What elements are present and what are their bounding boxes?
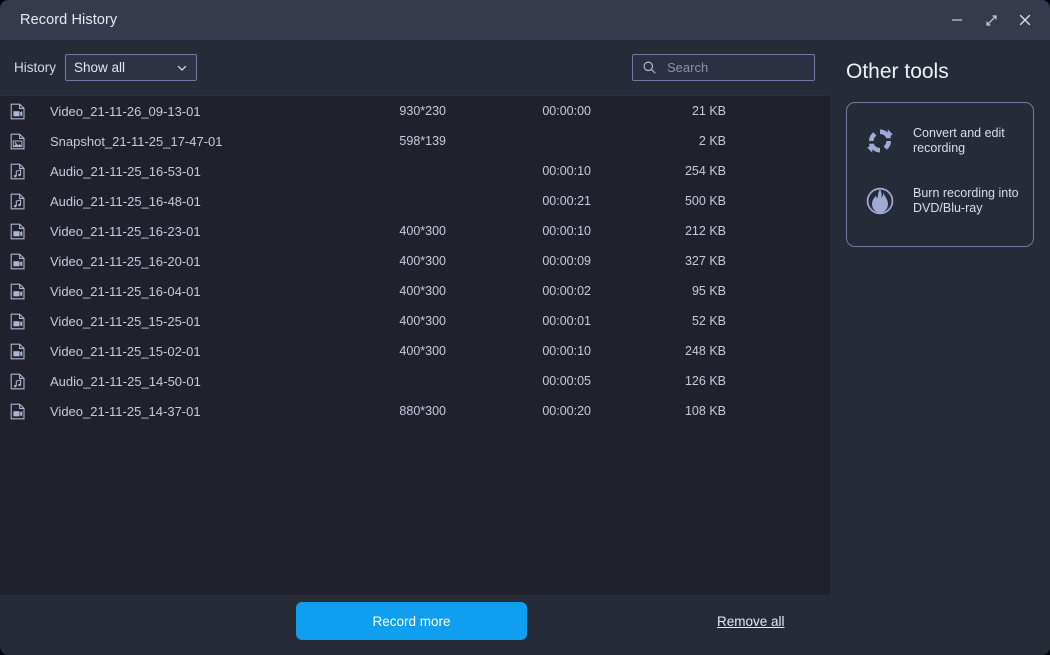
duration-cell: 00:00:09 (542, 254, 591, 268)
video-file-icon (0, 283, 36, 300)
record-history-window: Record History History Show all Search V… (0, 0, 1050, 655)
recording-list[interactable]: Video_21-11-26_09-13-01 930*230 00:00:00 21… (0, 95, 830, 595)
other-tools-title: Other tools (846, 60, 949, 83)
file-name-cell: Snapshot_21-11-25_17-47-01 (50, 133, 223, 149)
chevron-down-icon (176, 62, 188, 74)
table-row[interactable]: Video_21-11-25_15-02-01 400*300 00:00:10 24… (0, 336, 830, 366)
video-file-icon (0, 253, 36, 270)
search-box[interactable] (632, 54, 815, 81)
table-row[interactable]: Audio_21-11-25_16-48-01 00:00:21 500 KB (0, 186, 830, 216)
resolution-cell: 880*300 (399, 404, 446, 418)
file-size-cell: 95 KB (691, 284, 726, 298)
history-filter-select[interactable]: Show all (65, 54, 198, 81)
file-name-cell: Audio_21-11-25_14-50-01 (50, 373, 201, 389)
duration-cell: 00:00:05 (542, 374, 591, 388)
table-row[interactable]: Video_21-11-25_16-04-01 400*300 00:00:02 95… (0, 276, 830, 306)
resolution-cell: 400*300 (399, 284, 446, 298)
burn-disc-label: Burn recording into DVD/Blu-ray (913, 186, 1019, 215)
convert-icon (863, 124, 901, 158)
record-more-button[interactable]: Record more (296, 602, 527, 640)
video-file-icon (0, 223, 36, 240)
title-bar: Record History (0, 0, 1050, 40)
duration-cell: 00:00:10 (542, 164, 591, 178)
file-size-cell: 126 KB (684, 374, 726, 388)
table-row[interactable]: Video_21-11-25_15-25-01 400*300 00:00:01 52… (0, 306, 830, 336)
file-size-cell: 254 KB (684, 164, 726, 178)
window-controls (940, 0, 1042, 40)
window-title: Record History (20, 12, 118, 28)
file-size-cell: 21 KB (691, 104, 726, 118)
audio-file-icon (0, 373, 36, 390)
search-icon (642, 60, 657, 75)
footer-bar: Record more Remove all (0, 595, 830, 655)
duration-cell: 00:00:10 (542, 224, 591, 238)
search-input[interactable] (667, 60, 797, 75)
burn-disc-icon (863, 184, 901, 218)
file-size-cell: 52 KB (691, 314, 726, 328)
table-row[interactable]: Video_21-11-25_14-37-01 880*300 00:00:20 10… (0, 396, 830, 426)
video-file-icon (0, 313, 36, 330)
file-name-cell: Audio_21-11-25_16-53-01 (50, 163, 201, 179)
file-name-cell: Video_21-11-25_15-25-01 (50, 313, 201, 329)
video-file-icon (0, 103, 36, 120)
remove-all-link[interactable]: Remove all (717, 614, 785, 629)
duration-cell: 00:00:10 (542, 344, 591, 358)
table-row[interactable]: Video_21-11-25_16-23-01 400*300 00:00:10 21… (0, 216, 830, 246)
audio-file-icon (0, 163, 36, 180)
toolbar: History Show all (0, 40, 830, 95)
resolution-cell: 598*139 (399, 134, 446, 148)
resolution-cell: 930*230 (399, 104, 446, 118)
table-row[interactable]: Snapshot_21-11-25_17-47-01 598*139 2 KB (0, 126, 830, 156)
file-size-cell: 2 KB (698, 134, 726, 148)
table-row[interactable]: Audio_21-11-25_16-53-01 00:00:10 254 KB (0, 156, 830, 186)
burn-disc-tool[interactable]: Burn recording into DVD/Blu-ray (847, 171, 1033, 231)
file-name-cell: Audio_21-11-25_16-48-01 (50, 193, 201, 209)
minimize-icon (952, 19, 962, 21)
resolution-cell: 400*300 (399, 344, 446, 358)
resolution-cell: 400*300 (399, 224, 446, 238)
other-tools-card: Convert and edit recording Burn recordin… (846, 102, 1034, 247)
table-row[interactable]: Audio_21-11-25_14-50-01 00:00:05 126 KB (0, 366, 830, 396)
file-name-cell: Video_21-11-26_09-13-01 (50, 103, 201, 119)
maximize-icon (985, 14, 997, 26)
duration-cell: 00:00:02 (542, 284, 591, 298)
image-file-icon (0, 133, 36, 150)
duration-cell: 00:00:20 (542, 404, 591, 418)
convert-and-edit-label: Convert and edit recording (913, 126, 1005, 155)
audio-file-icon (0, 193, 36, 210)
file-name-cell: Video_21-11-25_15-02-01 (50, 343, 201, 359)
other-tools-panel: Other tools Convert and edit recording B… (830, 40, 1050, 655)
duration-cell: 00:00:21 (542, 194, 591, 208)
maximize-button[interactable] (974, 3, 1008, 37)
file-size-cell: 327 KB (684, 254, 726, 268)
close-button[interactable] (1008, 3, 1042, 37)
resolution-cell: 400*300 (399, 254, 446, 268)
close-icon (1019, 14, 1031, 26)
convert-and-edit-tool[interactable]: Convert and edit recording (847, 111, 1033, 171)
file-name-cell: Video_21-11-25_16-04-01 (50, 283, 201, 299)
table-row[interactable]: Video_21-11-26_09-13-01 930*230 00:00:00 21… (0, 96, 830, 126)
file-name-cell: Video_21-11-25_16-20-01 (50, 253, 201, 269)
resolution-cell: 400*300 (399, 314, 446, 328)
video-file-icon (0, 343, 36, 360)
file-size-cell: 500 KB (684, 194, 726, 208)
video-file-icon (0, 403, 36, 420)
duration-cell: 00:00:01 (542, 314, 591, 328)
history-filter-value: Show all (74, 60, 126, 75)
table-row[interactable]: Video_21-11-25_16-20-01 400*300 00:00:09 32… (0, 246, 830, 276)
file-size-cell: 108 KB (684, 404, 726, 418)
history-label: History (14, 60, 57, 75)
duration-cell: 00:00:00 (542, 104, 591, 118)
file-size-cell: 248 KB (684, 344, 726, 358)
minimize-button[interactable] (940, 3, 974, 37)
file-name-cell: Video_21-11-25_14-37-01 (50, 403, 201, 419)
file-name-cell: Video_21-11-25_16-23-01 (50, 223, 201, 239)
file-size-cell: 212 KB (684, 224, 726, 238)
